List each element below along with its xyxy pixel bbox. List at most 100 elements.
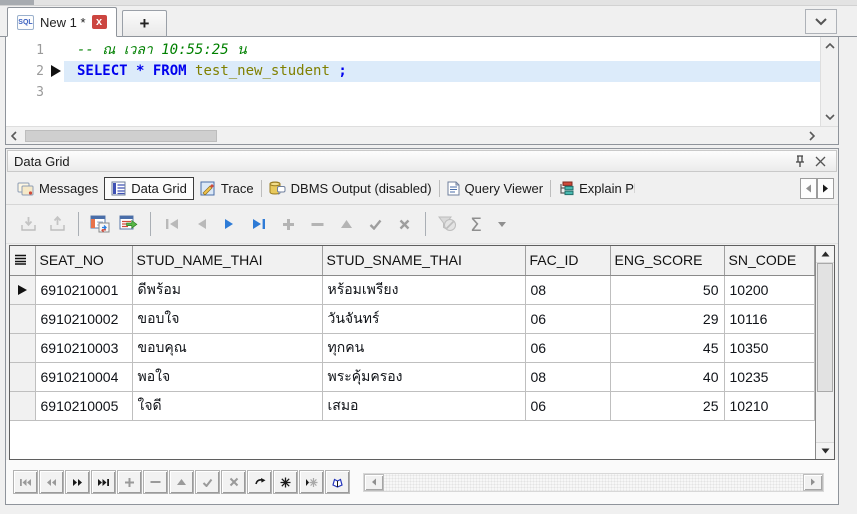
tab-explain-plan[interactable]: Explain Pl [552, 178, 641, 199]
sum-dropdown-icon[interactable] [498, 221, 506, 227]
column-header-stud-sname-thai[interactable]: STUD_SNAME_THAI [322, 246, 526, 276]
tab-list-dropdown-button[interactable] [805, 9, 837, 34]
tab-new-1[interactable]: SQL New 1 * x [7, 7, 117, 37]
splitter-grip[interactable] [0, 0, 34, 5]
table-row[interactable]: 6910210005 ใจดี เสมอ 06 25 10210 [10, 391, 815, 421]
cell-seat-no[interactable]: 6910210001 [35, 275, 133, 305]
cell-sn-code[interactable]: 10200 [724, 275, 815, 305]
tab-dbms-output[interactable]: DBMS Output (disabled) [263, 178, 438, 199]
cell-sn-code[interactable]: 10235 [724, 362, 815, 392]
grid-vertical-scrollbar[interactable] [815, 246, 834, 459]
cell-sname[interactable]: หร้อมเพรียง [322, 275, 526, 305]
scroll-down-icon[interactable] [822, 110, 838, 124]
edit-record-button[interactable] [336, 214, 356, 234]
table-row[interactable]: 6910210004 พอใจ พระคุ้มครอง 08 40 10235 [10, 362, 815, 392]
code-area[interactable]: -- ณ เวลา 10:55:25 น SELECT * FROM test_… [64, 37, 820, 126]
post-edit-button[interactable] [365, 214, 385, 234]
table-row[interactable]: 6910210001 ดีพร้อม หร้อมเพรียง 08 50 102… [10, 275, 815, 305]
cell-seat-no[interactable]: 6910210002 [35, 304, 133, 334]
scroll-up-button[interactable] [816, 246, 834, 263]
prior-record-button[interactable] [191, 214, 211, 234]
cell-name[interactable]: พอใจ [132, 362, 323, 392]
nav-edit-button[interactable] [169, 470, 194, 494]
cell-name[interactable]: ดีพร้อม [132, 275, 323, 305]
export-dataset-button[interactable] [119, 214, 139, 234]
cell-fac-id[interactable]: 08 [525, 362, 611, 392]
pin-icon[interactable] [790, 151, 810, 171]
vscroll-track[interactable] [816, 263, 834, 442]
nav-last-button[interactable] [91, 470, 116, 494]
next-record-button[interactable] [220, 214, 240, 234]
cancel-edit-button[interactable] [394, 214, 414, 234]
vscroll-thumb[interactable] [817, 263, 833, 392]
tab-query-viewer[interactable]: Query Viewer [441, 178, 550, 199]
cell-eng-score[interactable]: 25 [610, 391, 725, 421]
nav-edit-mode-button[interactable] [325, 470, 350, 494]
hscroll-thumb[interactable] [25, 129, 217, 142]
nav-prior-button[interactable] [39, 470, 64, 494]
new-tab-button[interactable]: + [121, 10, 168, 37]
last-record-button[interactable] [249, 214, 269, 234]
delete-record-button[interactable] [307, 214, 327, 234]
nav-bookmark-set-button[interactable] [273, 470, 298, 494]
scroll-up-icon[interactable] [822, 39, 838, 53]
cell-sname[interactable]: พระคุ้มครอง [322, 362, 526, 392]
cell-sname[interactable]: เสมอ [322, 391, 526, 421]
nav-next-button[interactable] [65, 470, 90, 494]
scroll-right-icon[interactable] [804, 129, 820, 143]
code-line-3[interactable] [64, 82, 820, 103]
scroll-down-button[interactable] [816, 442, 834, 459]
filter-data-button[interactable] [437, 214, 457, 234]
import-data-button[interactable] [18, 214, 38, 234]
table-row[interactable]: 6910210002 ขอบใจ วันจันทร์ 06 29 10116 [10, 304, 815, 334]
tab-trace[interactable]: Trace [194, 178, 260, 199]
column-header-fac-id[interactable]: FAC_ID [525, 246, 611, 276]
close-icon[interactable] [810, 151, 830, 171]
code-line-1[interactable]: -- ณ เวลา 10:55:25 น [64, 40, 820, 61]
tab-scroll-left-button[interactable] [800, 178, 817, 199]
hscroll-right-button[interactable] [803, 473, 823, 491]
cell-seat-no[interactable]: 6910210004 [35, 362, 133, 392]
nav-bookmark-goto-button[interactable] [299, 470, 324, 494]
aggregate-sum-button[interactable]: Σ [466, 214, 486, 236]
grid-horizontal-scrollbar[interactable] [363, 472, 824, 492]
cell-sn-code[interactable]: 10116 [724, 304, 815, 334]
column-header-stud-name-thai[interactable]: STUD_NAME_THAI [132, 246, 323, 276]
editor-vertical-scrollbar[interactable] [820, 37, 838, 126]
cell-eng-score[interactable]: 40 [610, 362, 725, 392]
tab-scroll-right-button[interactable] [817, 178, 834, 199]
row-selector-header[interactable] [10, 246, 36, 276]
cell-fac-id[interactable]: 08 [525, 275, 611, 305]
cell-name[interactable]: ขอบคุณ [132, 333, 323, 363]
cell-eng-score[interactable]: 45 [610, 333, 725, 363]
nav-first-button[interactable] [13, 470, 38, 494]
cell-eng-score[interactable]: 50 [610, 275, 725, 305]
editor-horizontal-scrollbar[interactable] [6, 126, 838, 144]
first-record-button[interactable] [162, 214, 182, 234]
nav-post-button[interactable] [195, 470, 220, 494]
insert-record-button[interactable] [278, 214, 298, 234]
column-header-sn-code[interactable]: SN_CODE [724, 246, 815, 276]
cell-fac-id[interactable]: 06 [525, 304, 611, 334]
hscroll-left-button[interactable] [364, 473, 384, 491]
cell-fac-id[interactable]: 06 [525, 333, 611, 363]
column-header-seat-no[interactable]: SEAT_NO [35, 246, 133, 276]
cell-name[interactable]: ขอบใจ [132, 304, 323, 334]
cell-sname[interactable]: วันจันทร์ [322, 304, 526, 334]
scroll-left-icon[interactable] [6, 129, 22, 143]
column-header-eng-score[interactable]: ENG_SCORE [610, 246, 725, 276]
fetch-to-grid-button[interactable] [90, 214, 110, 234]
code-line-2[interactable]: SELECT * FROM test_new_student ; [64, 61, 820, 82]
cell-name[interactable]: ใจดี [132, 391, 323, 421]
nav-insert-button[interactable] [117, 470, 142, 494]
nav-refresh-button[interactable] [247, 470, 272, 494]
export-data-button[interactable] [47, 214, 67, 234]
cell-eng-score[interactable]: 29 [610, 304, 725, 334]
cell-fac-id[interactable]: 06 [525, 391, 611, 421]
cell-sname[interactable]: ทุกคน [322, 333, 526, 363]
cell-seat-no[interactable]: 6910210005 [35, 391, 133, 421]
nav-delete-button[interactable] [143, 470, 168, 494]
cell-sn-code[interactable]: 10210 [724, 391, 815, 421]
nav-cancel-button[interactable] [221, 470, 246, 494]
cell-seat-no[interactable]: 6910210003 [35, 333, 133, 363]
